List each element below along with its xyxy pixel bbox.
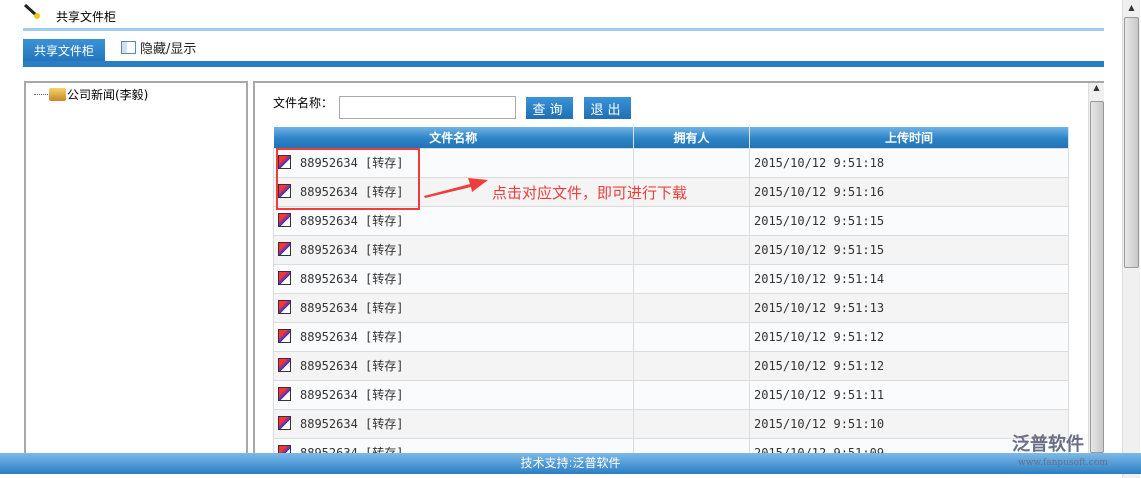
upload-time-cell: 2015/10/12 9:51:18 [749, 147, 1069, 178]
highlight-box [276, 148, 420, 210]
exit-button[interactable]: 退出 [584, 97, 631, 119]
scroll-up-icon[interactable]: ▲ [1089, 83, 1104, 92]
panel-icon [121, 41, 136, 54]
file-icon [278, 242, 291, 256]
tree-line [34, 94, 48, 95]
upload-time-cell: 2015/10/12 9:51:15 [749, 234, 1069, 265]
file-name-cell[interactable]: 88952634 [转存] [273, 234, 634, 265]
table-row[interactable]: 88952634 [转存] 2015/10/12 9:51:11 [273, 379, 1069, 410]
owner-cell [633, 205, 750, 236]
column-header-upload-time[interactable]: 上传时间 [749, 127, 1069, 148]
file-name-cell[interactable]: 88952634 [转存] [273, 263, 634, 294]
scroll-thumb[interactable] [1090, 101, 1104, 453]
column-header-owner[interactable]: 拥有人 [633, 127, 750, 148]
file-name-cell[interactable]: 88952634 [转存] [273, 350, 634, 381]
inner-scrollbar[interactable]: ▲ [1088, 83, 1104, 453]
tree-panel [24, 81, 248, 461]
upload-time-cell: 2015/10/12 9:51:13 [749, 292, 1069, 323]
upload-time-cell: 2015/10/12 9:51:15 [749, 205, 1069, 236]
folder-icon [49, 88, 66, 101]
file-link[interactable]: 88952634 [转存] [300, 388, 403, 402]
toggle-panel-button[interactable]: 隐藏/显示 [121, 38, 196, 57]
table-row[interactable]: 88952634 [转存] 2015/10/12 9:51:15 [273, 205, 1069, 236]
file-link[interactable]: 88952634 [转存] [300, 214, 403, 228]
upload-time-cell: 2015/10/12 9:51:14 [749, 263, 1069, 294]
table-row[interactable]: 88952634 [转存] 2015/10/12 9:51:13 [273, 292, 1069, 323]
file-icon [278, 329, 291, 343]
file-name-cell[interactable]: 88952634 [转存] [273, 379, 634, 410]
logo-url: www.fanpusoft.com [1018, 458, 1108, 468]
footer: 技术支持:泛普软件 [0, 453, 1141, 474]
owner-cell [633, 321, 750, 352]
scroll-thumb[interactable] [1124, 17, 1139, 268]
file-icon [278, 416, 291, 430]
table-row[interactable]: 88952634 [转存] 2015/10/12 9:51:12 [273, 350, 1069, 381]
scroll-up-icon[interactable]: ▲ [1123, 0, 1140, 12]
owner-cell [633, 350, 750, 381]
tree-item-label: 公司新闻(李毅) [67, 88, 149, 102]
tab-bar [23, 61, 1104, 67]
column-header-file-name[interactable]: 文件名称 [273, 127, 634, 148]
file-name-cell[interactable]: 88952634 [转存] [273, 321, 634, 352]
file-link[interactable]: 88952634 [转存] [300, 272, 403, 286]
file-name-cell[interactable]: 88952634 [转存] [273, 205, 634, 236]
toggle-label: 隐藏/显示 [140, 42, 197, 57]
table-row[interactable]: 88952634 [转存] 2015/10/12 9:51:15 [273, 234, 1069, 265]
query-button[interactable]: 查询 [526, 97, 573, 119]
file-name-input[interactable] [339, 96, 516, 119]
divider [23, 28, 1104, 31]
table-row[interactable]: 88952634 [转存] 2015/10/12 9:51:10 [273, 408, 1069, 439]
upload-time-cell: 2015/10/12 9:51:16 [749, 176, 1069, 207]
upload-time-cell: 2015/10/12 9:51:12 [749, 321, 1069, 352]
file-name-label: 文件名称： [273, 96, 334, 110]
file-icon [278, 213, 291, 227]
page-scrollbar[interactable]: ▲ [1122, 0, 1140, 478]
wand-icon [23, 3, 41, 19]
table-row[interactable]: 88952634 [转存] 2015/10/12 9:51:14 [273, 263, 1069, 294]
arrow-icon [424, 178, 488, 198]
owner-cell [633, 147, 750, 178]
annotation-text: 点击对应文件，即可进行下载 [492, 184, 688, 202]
file-link[interactable]: 88952634 [转存] [300, 359, 403, 373]
file-link[interactable]: 88952634 [转存] [300, 417, 403, 431]
owner-cell [633, 408, 750, 439]
file-link[interactable]: 88952634 [转存] [300, 301, 403, 315]
tab-shared-file-cabinet[interactable]: 共享文件柜 [23, 39, 105, 63]
owner-cell [633, 379, 750, 410]
file-icon [278, 358, 291, 372]
upload-time-cell: 2015/10/12 9:51:12 [749, 350, 1069, 381]
file-icon [278, 300, 291, 314]
upload-time-cell: 2015/10/12 9:51:11 [749, 379, 1069, 410]
file-link[interactable]: 88952634 [转存] [300, 243, 403, 257]
owner-cell [633, 234, 750, 265]
logo: 泛普软件 [1012, 434, 1084, 455]
owner-cell [633, 263, 750, 294]
tree-item-company-news[interactable]: 公司新闻(李毅) [34, 86, 148, 103]
owner-cell [633, 292, 750, 323]
file-name-cell[interactable]: 88952634 [转存] [273, 292, 634, 323]
file-icon [278, 271, 291, 285]
file-link[interactable]: 88952634 [转存] [300, 330, 403, 344]
table-row[interactable]: 88952634 [转存] 2015/10/12 9:51:12 [273, 321, 1069, 352]
file-name-cell[interactable]: 88952634 [转存] [273, 408, 634, 439]
page-title: 共享文件柜 [56, 10, 117, 24]
file-icon [278, 387, 291, 401]
